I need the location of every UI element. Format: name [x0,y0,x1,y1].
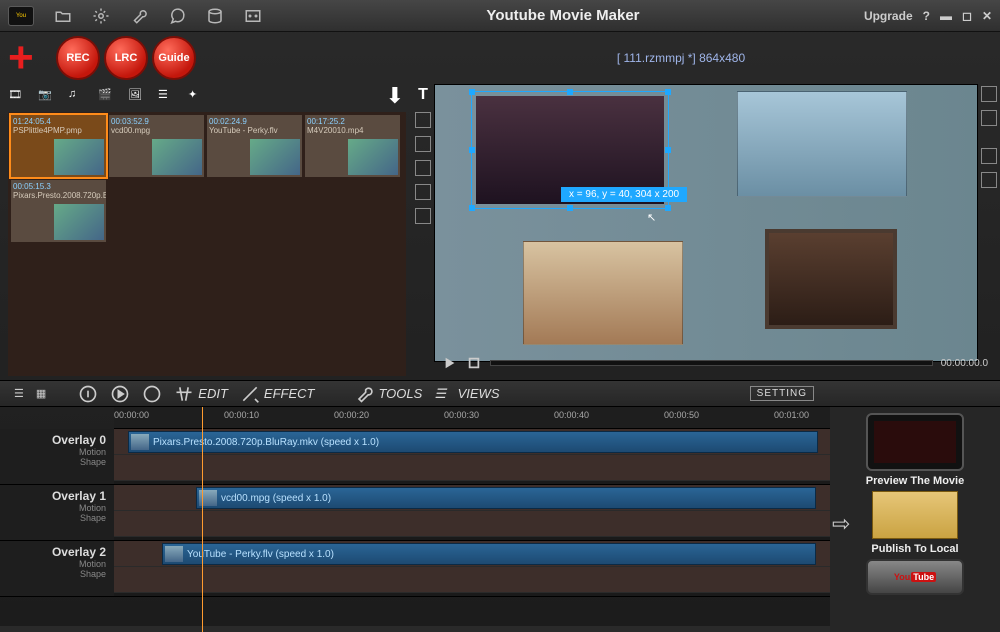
track-row: Overlay 1MotionShape vcd00.mpg (speed x … [0,485,830,541]
camera-icon[interactable]: 📷 [38,88,54,104]
track-lane[interactable]: YouTube - Perky.flv (speed x 1.0) [114,541,830,596]
chat-icon[interactable] [168,7,186,25]
effect-menu[interactable]: EFFECT [240,384,315,404]
database-icon[interactable] [206,7,224,25]
edit-menu[interactable]: EDIT [174,384,228,404]
fit-height-icon[interactable] [981,172,997,188]
transport: 00:00:00.0 [442,352,988,374]
media-pane: 🎞 📷 ♫ 🎬 🖼 ☰ ✦ ⬇ 01:24:05.4PSPlittle4PMP.… [0,84,412,380]
media-clip[interactable]: 00:05:15.3Pixars.Presto.2008.720p.BluRay… [11,180,106,242]
export-arrow-icon[interactable]: ⇨ [832,511,850,537]
timeline-clip[interactable]: vcd00.mpg (speed x 1.0) [196,487,816,509]
overlay-pic[interactable] [765,229,897,329]
app-logo: You [8,6,34,26]
titlebar: You Youtube Movie Maker Upgrade ? ▬ ◻ ✕ [0,0,1000,32]
align-center-icon[interactable] [415,136,431,152]
download-icon[interactable]: ⬇ [386,83,404,109]
align-top-icon[interactable] [415,184,431,200]
grid-icon[interactable]: ▦ [36,387,46,400]
align-bottom-icon[interactable] [415,208,431,224]
setting-button[interactable]: SETTING [750,386,814,401]
film-icon[interactable]: 🎞 [8,88,24,104]
text-align-toolbar: T [412,84,434,380]
lrc-button[interactable]: LRC [104,36,148,80]
align-right-icon[interactable] [415,160,431,176]
play-circle-icon[interactable] [110,384,130,404]
stop-circle-icon[interactable] [142,384,162,404]
transport-track[interactable] [490,360,933,366]
preview-movie-label: Preview The Movie [866,475,964,487]
media-clip[interactable]: 01:24:05.4PSPlittle4PMP.pmp [11,115,106,177]
playhead[interactable] [202,407,203,632]
timeline: 00:00:0000:00:1000:00:2000:00:3000:00:40… [0,406,1000,632]
tools-menu[interactable]: TOOLS [354,384,422,404]
guide-button[interactable]: Guide [152,36,196,80]
hamburger-icon[interactable]: ☰ [14,387,24,400]
titlebar-right: Upgrade ? ▬ ◻ ✕ [864,9,992,23]
distribute-h-icon[interactable] [981,86,997,102]
timeline-clip[interactable]: Pixars.Presto.2008.720p.BluRay.mkv (spee… [128,431,818,453]
preview-movie-button[interactable] [866,413,964,471]
close-icon[interactable]: ✕ [982,9,992,23]
arrange-toolbar [978,84,1000,380]
fit-width-icon[interactable] [981,148,997,164]
export-panel: Preview The Movie Publish To Local YouTu… [830,407,1000,632]
wrench-icon[interactable] [130,7,148,25]
align-left-icon[interactable] [415,112,431,128]
image-icon[interactable]: 🖼 [128,88,144,104]
video-fx-icon[interactable]: 🎬 [98,88,114,104]
stop-icon[interactable] [466,356,482,370]
app-title: Youtube Movie Maker [282,7,844,24]
text-icon[interactable]: T [418,86,428,104]
media-clip[interactable]: 00:02:24.9YouTube - Perky.flv [207,115,302,177]
upgrade-link[interactable]: Upgrade [864,9,913,23]
media-clip[interactable]: 00:17:25.2M4V20010.mp4 [305,115,400,177]
media-clip[interactable]: 00:03:52.9vcd00.mpg [109,115,204,177]
play-icon[interactable] [442,356,458,370]
help-icon[interactable]: ? [923,9,930,23]
overlay-pic[interactable] [737,91,907,197]
timeline-clip[interactable]: YouTube - Perky.flv (speed x 1.0) [162,543,816,565]
track-row: Overlay 0MotionShape Pixars.Presto.2008.… [0,429,830,485]
publish-local-button[interactable] [872,491,958,539]
maximize-icon[interactable]: ◻ [962,9,972,23]
music-icon[interactable]: ♫ [68,88,84,104]
time-ruler[interactable]: 00:00:0000:00:1000:00:2000:00:3000:00:40… [114,407,830,429]
screen-icon[interactable] [244,7,262,25]
youtube-button[interactable]: YouTube [866,559,964,595]
addon-icon[interactable]: ✦ [188,88,204,104]
media-tabs: 🎞 📷 ♫ 🎬 🖼 ☰ ✦ ⬇ [0,84,412,108]
main-area: 🎞 📷 ♫ 🎬 🖼 ☰ ✦ ⬇ 01:24:05.4PSPlittle4PMP.… [0,84,1000,380]
ruler-row: 00:00:0000:00:1000:00:2000:00:3000:00:40… [0,407,830,429]
minimize-icon[interactable]: ▬ [940,9,952,23]
action-row: + REC LRC Guide [ 111.rzmmpj *] 864x480 [0,32,1000,84]
views-menu[interactable]: ☰ VIEWS [434,386,499,402]
rec-button[interactable]: REC [56,36,100,80]
transport-time: 00:00:00.0 [941,358,988,369]
list-icon[interactable]: ☰ [158,88,174,104]
publish-local-label: Publish To Local [871,543,958,555]
track-lane[interactable]: Pixars.Presto.2008.720p.BluRay.mkv (spee… [114,429,830,484]
distribute-v-icon[interactable] [981,110,997,126]
track-lane[interactable]: vcd00.mpg (speed x 1.0) [114,485,830,540]
gear-icon[interactable] [92,7,110,25]
preview-pane: T x = 96, y = 40, 304 x 200 ↖ [412,84,1000,380]
preview-video[interactable]: x = 96, y = 40, 304 x 200 ↖ [434,84,978,362]
cursor-icon: ↖ [647,211,656,224]
overlay-pic[interactable] [523,241,683,345]
coord-label: x = 96, y = 40, 304 x 200 [561,187,687,202]
step-back-icon[interactable] [78,384,98,404]
timeline-toolbar: ☰ ▦ EDIT EFFECT TOOLS ☰ VIEWS SETTING [0,380,1000,406]
media-grid: 01:24:05.4PSPlittle4PMP.pmp 00:03:52.9vc… [8,112,406,376]
open-folder-icon[interactable] [54,7,72,25]
preview-meta: [ 111.rzmmpj *] 864x480 [430,51,992,65]
track-row: Overlay 2MotionShape YouTube - Perky.flv… [0,541,830,597]
